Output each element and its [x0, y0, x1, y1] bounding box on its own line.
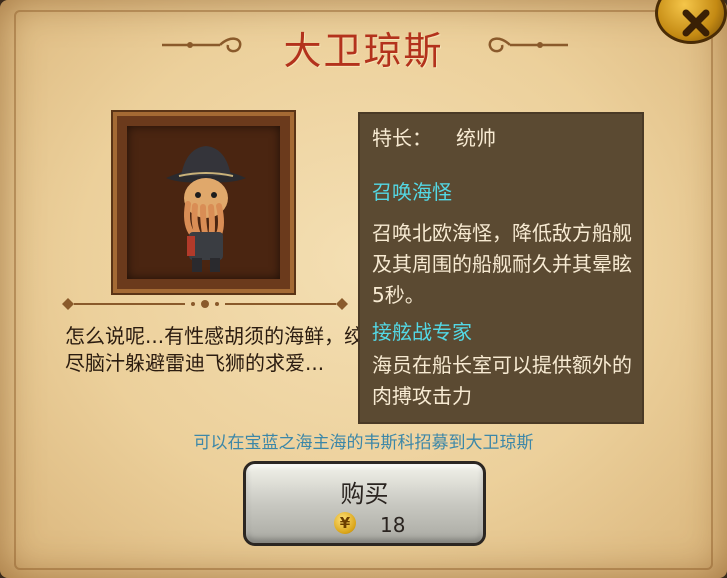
specialty-row: 特长： 统帅 — [372, 122, 496, 151]
buy-price: 18 — [380, 513, 406, 537]
character-portrait — [127, 126, 280, 279]
yuan-coin-icon: ¥ — [334, 512, 356, 534]
close-icon — [682, 9, 710, 37]
character-panel: 大卫琼斯 怎么说呢...有性感胡须的海鲜，绞尽脑汁躲避雷迪飞狮的求爱... 特长… — [0, 0, 727, 578]
section-divider — [62, 298, 348, 310]
pirate-character-icon — [166, 146, 246, 272]
title-flourish-right — [488, 37, 568, 53]
skills-panel: 特长： 统帅 召唤海怪 召唤北欧海怪，降低敌方船舰及其周围的船舰耐久并其晕眩5秒。… — [358, 112, 644, 424]
character-description: 怎么说呢...有性感胡须的海鲜，绞尽脑汁躲避雷迪飞狮的求爱... — [65, 324, 365, 375]
specialty-value: 统帅 — [456, 126, 496, 150]
page-title: 大卫琼斯 — [283, 29, 444, 73]
buy-button[interactable]: 购买 ¥ 18 — [243, 461, 486, 546]
skill-1-name: 召唤海怪 — [372, 180, 452, 204]
recruit-location-note: 可以在宝蓝之海主海的韦斯科招募到大卫琼斯 — [193, 433, 534, 453]
character-portrait-frame — [113, 112, 294, 293]
skill-1-description: 召唤北欧海怪，降低敌方船舰及其周围的船舰耐久并其晕眩5秒。 — [372, 221, 632, 307]
skill-2-description: 海员在船长室可以提供额外的肉搏攻击力 — [372, 353, 632, 408]
buy-button-label: 购买 — [340, 480, 389, 508]
skill-2-name: 接舷战专家 — [372, 320, 472, 344]
specialty-label: 特长： — [372, 126, 432, 150]
